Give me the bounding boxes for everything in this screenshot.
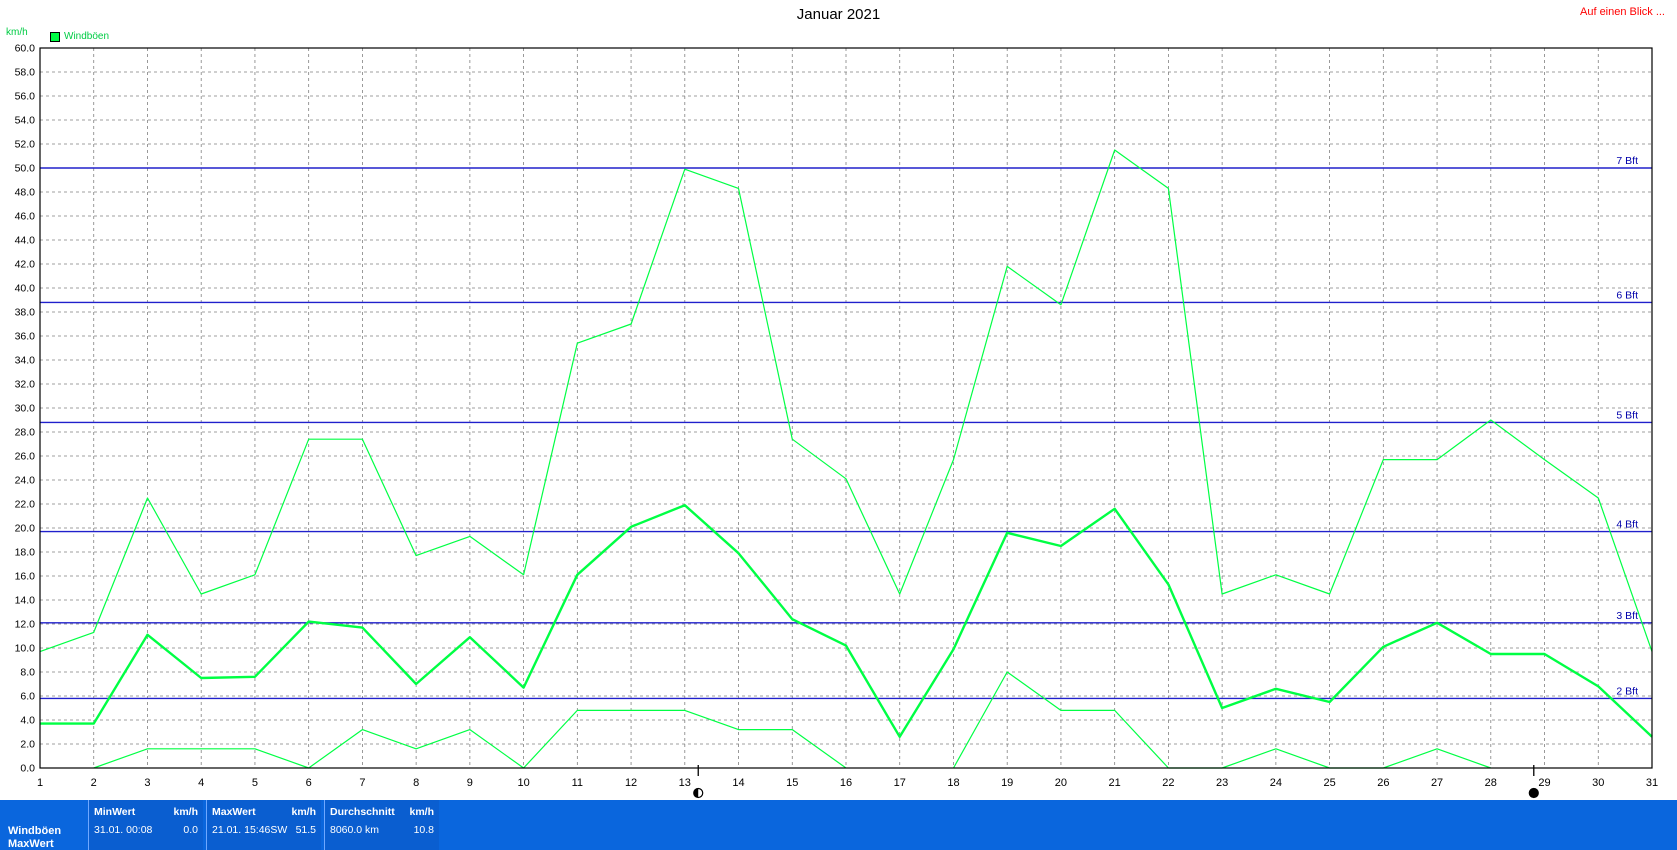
y-tick-label: 56.0	[15, 91, 36, 103]
x-tick-label: 25	[1323, 777, 1335, 789]
beaufort-label: 7 Bft	[1616, 155, 1638, 167]
max-unit: km/h	[291, 806, 316, 818]
x-tick-label: 5	[252, 777, 258, 789]
x-tick-label: 12	[625, 777, 637, 789]
avg-unit: km/h	[409, 806, 434, 818]
y-tick-label: 48.0	[15, 187, 36, 199]
x-tick-label: 2	[91, 777, 97, 789]
x-tick-label: 14	[732, 777, 744, 789]
beaufort-label: 2 Bft	[1616, 685, 1638, 697]
summary-max-cell: MaxWert km/h 21.01. 15:46SW 51.5	[206, 800, 321, 850]
beaufort-label: 4 Bft	[1616, 519, 1638, 531]
overview-link[interactable]: Auf einen Blick ...	[1580, 6, 1665, 18]
chart-title: Januar 2021	[796, 6, 881, 23]
x-tick-label: 26	[1377, 777, 1389, 789]
y-tick-label: 46.0	[15, 211, 36, 223]
x-tick-label: 16	[840, 777, 852, 789]
x-tick-label: 13	[679, 777, 691, 789]
x-tick-label: 20	[1055, 777, 1067, 789]
summary-panel: Windböen MaxWert MinWert km/h 31.01. 00:0…	[0, 800, 1677, 850]
summary-avg-cell: Durchschnitt km/h 8060.0 km 10.8	[324, 800, 439, 850]
x-tick-label: 4	[198, 777, 204, 789]
beaufort-label: 6 Bft	[1616, 289, 1638, 301]
min-header: MinWert	[94, 806, 136, 818]
y-tick-label: 24.0	[15, 475, 36, 487]
y-tick-label: 32.0	[15, 379, 36, 391]
x-tick-label: 29	[1538, 777, 1550, 789]
y-tick-label: 50.0	[15, 163, 36, 175]
y-tick-label: 38.0	[15, 307, 36, 319]
y-tick-label: 44.0	[15, 235, 36, 247]
x-tick-label: 27	[1431, 777, 1443, 789]
x-tick-label: 18	[947, 777, 959, 789]
y-tick-label: 30.0	[15, 403, 36, 415]
legend-swatch	[50, 31, 60, 42]
summary-row-label-max: MaxWert	[8, 838, 54, 850]
y-tick-label: 42.0	[15, 259, 36, 271]
y-tick-label: 8.0	[20, 667, 35, 679]
y-tick-label: 28.0	[15, 427, 36, 439]
y-tick-label: 16.0	[15, 571, 36, 583]
y-axis-unit-label: km/h	[6, 27, 28, 38]
min-unit: km/h	[173, 806, 198, 818]
y-tick-label: 36.0	[15, 331, 36, 343]
max-value: 51.5	[295, 824, 316, 836]
new-moon-icon	[1528, 787, 1539, 799]
summary-row-label-gusts: Windböen	[8, 825, 62, 837]
summary-min-cell: MinWert km/h 31.01. 00:08 0.0	[88, 800, 203, 850]
x-tick-label: 15	[786, 777, 798, 789]
y-tick-label: 22.0	[15, 499, 36, 511]
y-tick-label: 4.0	[20, 715, 35, 727]
x-tick-label: 23	[1216, 777, 1228, 789]
x-tick-label: 28	[1485, 777, 1497, 789]
max-header: MaxWert	[212, 806, 256, 818]
legend: Windböen	[50, 31, 109, 42]
avg-value: 10.8	[413, 824, 434, 836]
y-tick-label: 0.0	[20, 763, 35, 775]
min-timestamp: 31.01. 00:08	[94, 824, 153, 836]
beaufort-label: 5 Bft	[1616, 409, 1638, 421]
x-tick-label: 21	[1109, 777, 1121, 789]
y-tick-label: 60.0	[15, 43, 36, 55]
y-tick-label: 34.0	[15, 355, 36, 367]
x-tick-label: 24	[1270, 777, 1282, 789]
min-value: 0.0	[183, 824, 198, 836]
y-tick-label: 10.0	[15, 643, 36, 655]
x-tick-label: 6	[306, 777, 312, 789]
avg-distance: 8060.0 km	[330, 824, 380, 836]
max-timestamp: 21.01. 15:46SW	[212, 824, 288, 836]
avg-header: Durchschnitt	[330, 806, 395, 818]
y-tick-label: 20.0	[15, 523, 36, 535]
y-tick-label: 14.0	[15, 595, 36, 607]
x-tick-label: 17	[894, 777, 906, 789]
y-tick-label: 18.0	[15, 547, 36, 559]
beaufort-label: 3 Bft	[1616, 610, 1638, 622]
legend-label: Windböen	[64, 31, 110, 42]
wind-gust-chart: 0.0 2.0 4.0 6.0 8.0 10.0 12.0 14.0 16.0 18.0 20.0 2…	[15, 43, 1658, 799]
x-tick-label: 19	[1001, 777, 1013, 789]
x-tick-label: 22	[1162, 777, 1174, 789]
x-tick-label: 11	[572, 777, 583, 789]
x-tick-label: 30	[1592, 777, 1604, 789]
x-tick-label: 1	[37, 777, 43, 789]
y-tick-label: 40.0	[15, 283, 36, 295]
x-tick-label: 3	[144, 777, 150, 789]
y-tick-label: 58.0	[15, 67, 36, 79]
x-tick-label: 10	[517, 777, 529, 789]
x-tick-label: 31	[1646, 777, 1658, 789]
y-tick-label: 52.0	[15, 139, 36, 151]
y-tick-label: 54.0	[15, 115, 36, 127]
y-tick-label: 26.0	[15, 451, 36, 463]
y-tick-label: 12.0	[15, 619, 36, 631]
x-tick-label: 8	[413, 777, 419, 789]
x-tick-label: 9	[467, 777, 473, 789]
x-tick-label: 7	[359, 777, 365, 789]
y-tick-label: 2.0	[20, 739, 35, 751]
y-tick-label: 6.0	[20, 691, 35, 703]
